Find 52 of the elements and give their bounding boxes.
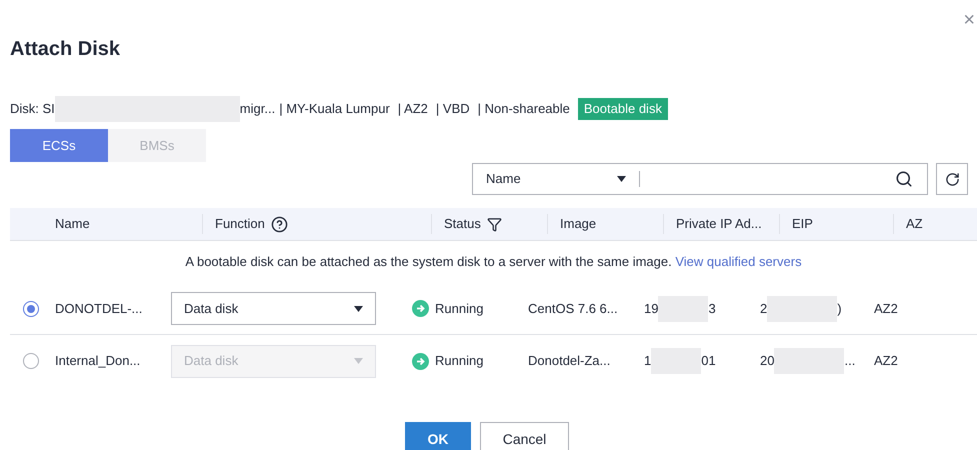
radio-button[interactable] <box>23 353 39 369</box>
private-ip: 1 <box>644 352 652 370</box>
bootable-badge: Bootable disk <box>578 98 668 120</box>
private-ip: 01 <box>701 352 716 370</box>
search-field[interactable]: Name <box>472 163 928 195</box>
caret-icon <box>354 358 363 364</box>
column-header: Status <box>444 215 481 234</box>
eip-address: 20 <box>760 352 774 370</box>
running-status-icon <box>412 300 429 317</box>
server-name: DONOTDEL-... <box>55 300 144 318</box>
eip-address: ) <box>837 300 842 318</box>
refresh-icon <box>944 172 960 186</box>
disk-name: Disk: SI <box>10 100 55 118</box>
function-dropdown[interactable]: Data disk <box>171 292 376 325</box>
search-icon[interactable] <box>895 170 913 188</box>
private-ip: 19 <box>644 300 658 318</box>
qualified-servers-link[interactable]: View qualified servers <box>675 254 802 270</box>
status-text: Running <box>435 352 484 370</box>
ok-button[interactable]: OK <box>405 422 471 450</box>
column-header: Image <box>560 215 596 234</box>
eip-address: ... <box>844 352 856 370</box>
column-header: EIP <box>792 215 813 234</box>
filter-icon[interactable] <box>486 216 502 232</box>
availability-zone: AZ2 <box>873 352 898 370</box>
eip-address: 2 <box>760 300 768 318</box>
private-ip: 3 <box>708 300 716 318</box>
running-status-icon <box>412 352 429 370</box>
column-header: Function <box>215 215 265 234</box>
column-header: Private IP Ad... <box>676 215 762 234</box>
caret-icon <box>617 176 626 182</box>
disk-detail: | VBD <box>436 100 470 118</box>
disk-name: migr... <box>240 100 276 118</box>
image-name: Donotdel-Za... <box>527 352 612 370</box>
server-name: Internal_Don... <box>55 352 142 370</box>
radio-button[interactable] <box>23 300 39 316</box>
disk-detail: | Non-shareable <box>478 100 570 118</box>
column-header: Name <box>55 215 90 234</box>
filter-dropdown[interactable]: Name <box>473 164 639 194</box>
disk-detail: | MY-Kuala Lumpur <box>279 100 390 118</box>
tab[interactable]: ECSs <box>10 129 108 162</box>
disk-detail: | AZ2 <box>398 100 428 118</box>
column-header: AZ <box>906 215 923 234</box>
help-icon[interactable] <box>270 216 288 232</box>
availability-zone: AZ2 <box>873 300 898 318</box>
close-button[interactable]: × <box>963 10 975 30</box>
refresh-button[interactable] <box>936 163 968 195</box>
image-name: CentOS 7.6 6... <box>527 300 619 318</box>
dialog-title: Attach Disk <box>10 37 120 62</box>
notice-text: A bootable disk can be attached as the system disk to a server with the same image. View qualified servers <box>185 253 802 272</box>
cancel-button[interactable]: Cancel <box>480 422 569 450</box>
status-text: Running <box>435 300 484 318</box>
caret-icon <box>354 306 363 312</box>
